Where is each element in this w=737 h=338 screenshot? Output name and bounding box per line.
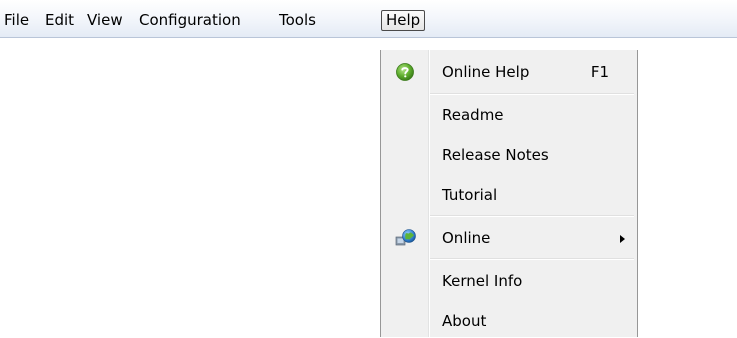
help-dropdown-menu: Online Help F1 Readme Release Notes Tuto… (380, 50, 638, 337)
submenu-arrow-icon (620, 235, 625, 243)
menu-item-label: Online Help (442, 63, 530, 81)
menu-view[interactable]: View (87, 10, 123, 31)
menu-configuration[interactable]: Configuration (139, 10, 241, 31)
menu-item-kernel-info[interactable]: Kernel Info (383, 264, 635, 298)
menu-item-about[interactable]: About (383, 304, 635, 338)
menu-item-label: About (442, 312, 487, 330)
menu-item-online[interactable]: Online (383, 221, 635, 255)
menu-bar: File Edit View Configuration Tools Help (0, 0, 737, 38)
menu-edit[interactable]: Edit (45, 10, 74, 31)
menu-separator (430, 93, 634, 95)
menu-item-label: Tutorial (442, 186, 498, 204)
menu-item-tutorial[interactable]: Tutorial (383, 178, 635, 212)
menu-separator (430, 215, 634, 217)
menu-item-online-help[interactable]: Online Help F1 (383, 55, 635, 89)
menu-item-label: Online (442, 229, 491, 247)
menu-help[interactable]: Help (381, 10, 426, 31)
menu-item-readme[interactable]: Readme (383, 98, 635, 132)
menu-item-shortcut: F1 (590, 63, 609, 81)
menu-tools[interactable]: Tools (279, 10, 316, 31)
help-question-icon (395, 62, 415, 82)
menu-separator (430, 258, 634, 260)
menu-item-release-notes[interactable]: Release Notes (383, 138, 635, 172)
menu-item-label: Readme (442, 106, 504, 124)
menu-item-label: Kernel Info (442, 272, 523, 290)
menu-item-label: Release Notes (442, 146, 549, 164)
globe-network-icon (395, 228, 416, 248)
menu-file[interactable]: File (4, 10, 29, 31)
